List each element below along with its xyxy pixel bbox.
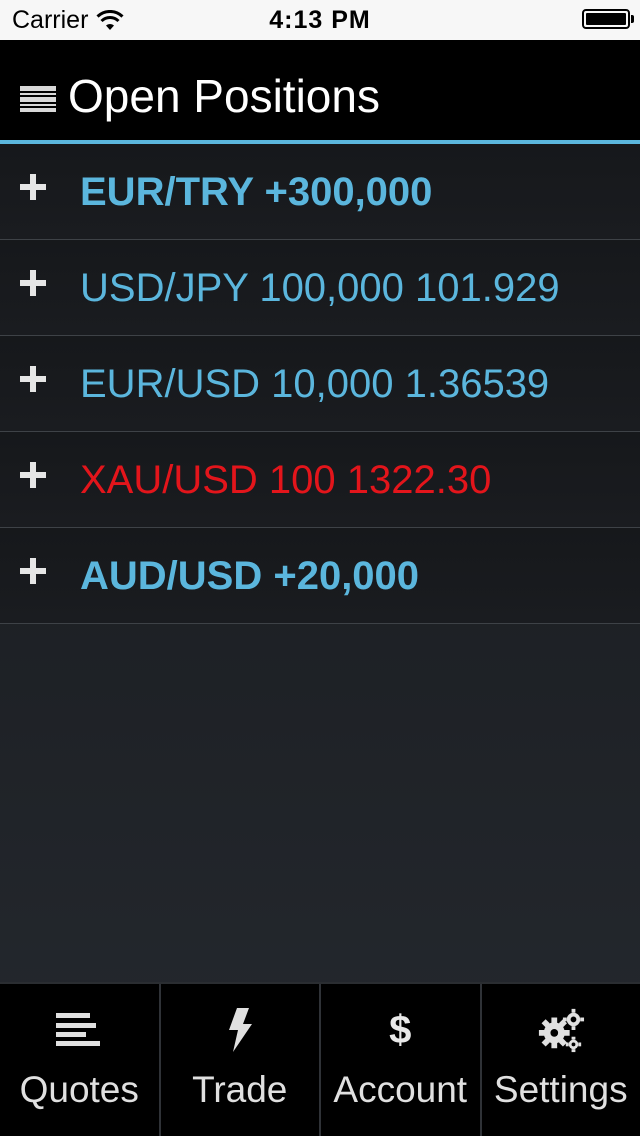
nav-header: Open Positions [0,40,640,144]
tab-label: Trade [192,1069,288,1110]
quotes-lines-icon [56,1013,101,1046]
position-label: USD/JPY 100,000 101.929 [80,266,560,310]
expand-plus-icon[interactable] [20,270,46,296]
status-time: 4:13 PM [269,6,371,34]
tab-account[interactable]: $ Account [321,984,482,1136]
position-label: XAU/USD 100 1322.30 [80,458,492,502]
tab-settings[interactable]: Settings [482,984,640,1136]
position-row[interactable]: XAU/USD 100 1322.30 [0,432,640,528]
position-label: EUR/USD 10,000 1.36539 [80,362,550,406]
app-screen: Carrier 4:13 PM Open Positions EUR/TRY +… [0,0,640,1136]
status-bar: Carrier 4:13 PM [0,0,640,40]
dollar-icon: $ [389,1008,412,1052]
position-label: AUD/USD +20,000 [80,554,420,598]
position-row[interactable]: USD/JPY 100,000 101.929 [0,240,640,336]
expand-plus-icon[interactable] [20,558,46,584]
tab-label: Quotes [19,1069,139,1110]
lightning-icon [228,1008,252,1052]
position-row[interactable]: EUR/TRY +300,000 [0,144,640,240]
tab-quotes[interactable]: Quotes [0,984,161,1136]
positions-list: EUR/TRY +300,000 USD/JPY 100,000 101.929… [0,144,640,624]
expand-plus-icon[interactable] [20,366,46,392]
expand-plus-icon[interactable] [20,174,46,200]
battery-fill [586,13,626,25]
tab-label: Settings [493,1069,628,1110]
position-label: EUR/TRY +300,000 [80,170,433,214]
position-row[interactable]: EUR/USD 10,000 1.36539 [0,336,640,432]
tab-bar: Quotes Trade $ Account Settings [0,982,640,1136]
battery-icon [582,9,634,29]
expand-plus-icon[interactable] [20,462,46,488]
menu-lines-icon[interactable] [20,86,56,112]
tab-trade[interactable]: Trade [161,984,321,1136]
position-row[interactable]: AUD/USD +20,000 [0,528,640,624]
gears-icon [538,1008,584,1053]
page-title: Open Positions [68,70,380,122]
tab-label: Account [333,1069,468,1110]
